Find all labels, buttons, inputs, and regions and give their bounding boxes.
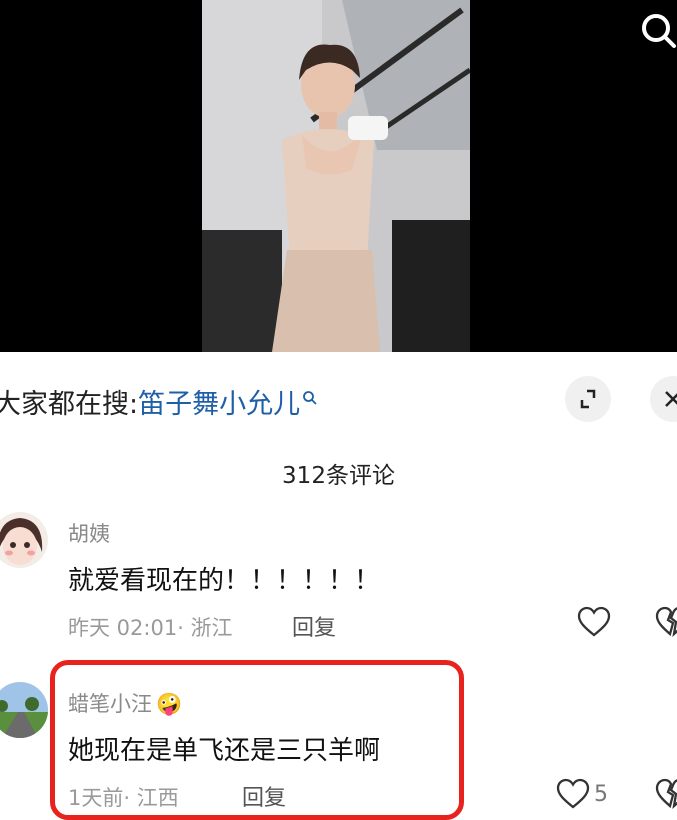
video-search-button[interactable] <box>638 10 677 50</box>
close-button[interactable] <box>650 376 677 422</box>
expand-button[interactable] <box>565 376 611 422</box>
split-heart-icon <box>655 606 677 637</box>
heart-icon <box>556 778 590 809</box>
trending-search-bar: 大家都在搜:笛子舞小允儿 <box>0 372 677 432</box>
video-frame <box>202 0 470 352</box>
trending-search-text[interactable]: 大家都在搜:笛子舞小允儿 <box>0 382 318 421</box>
video-player[interactable] <box>0 0 677 352</box>
avatar[interactable] <box>0 512 48 568</box>
comment-username[interactable]: 胡姨 <box>68 518 110 548</box>
comment-meta: 昨天 02:01· 浙江 <box>68 612 233 642</box>
like-count: 5 <box>594 782 608 807</box>
comment-location: · 浙江 <box>177 616 233 640</box>
split-heart-icon <box>655 778 677 809</box>
comment-time: 昨天 02:01 <box>68 616 178 640</box>
search-term-icon <box>302 382 318 413</box>
dislike-button[interactable] <box>655 606 677 642</box>
avatar[interactable] <box>0 682 48 738</box>
comment-count: 312条评论 <box>282 463 395 489</box>
like-button[interactable] <box>556 778 590 814</box>
heart-icon <box>577 606 611 637</box>
highlight-box <box>50 660 464 820</box>
video-thumbnail-image <box>202 0 470 352</box>
expand-icon <box>580 389 596 409</box>
reply-button[interactable]: 回复 <box>292 610 336 642</box>
search-icon <box>642 14 676 48</box>
trending-search-term[interactable]: 笛子舞小允儿 <box>138 389 300 420</box>
like-button[interactable] <box>577 606 611 642</box>
trending-search-prefix: 大家都在搜: <box>0 389 139 420</box>
dislike-button[interactable] <box>655 778 677 814</box>
comment-text: 就爱看现在的！！！！！！ <box>68 566 381 596</box>
close-icon <box>665 391 677 407</box>
